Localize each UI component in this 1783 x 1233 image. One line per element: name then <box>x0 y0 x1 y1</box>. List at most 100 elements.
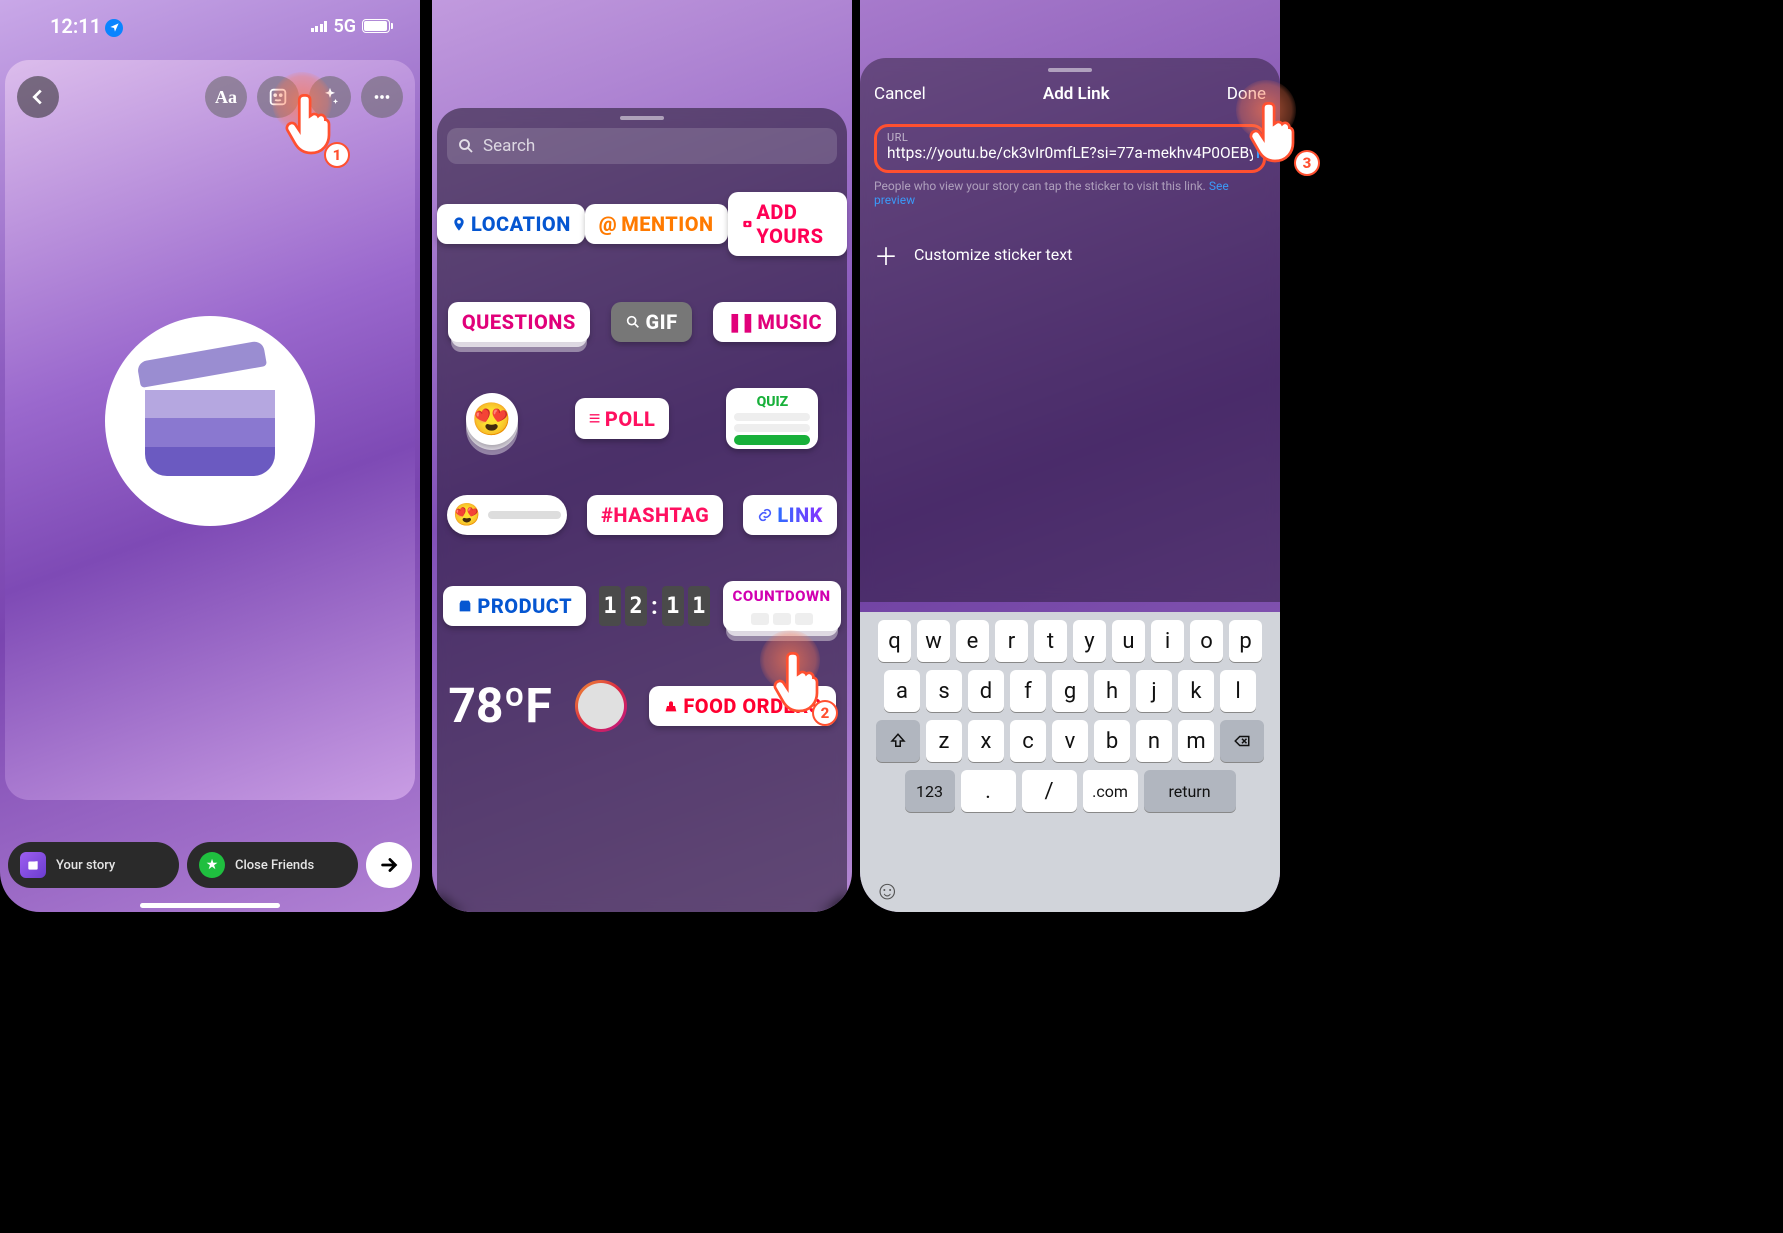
back-button[interactable] <box>17 76 59 118</box>
hashtag-sticker[interactable]: #HASHTAG <box>587 495 723 535</box>
key-p[interactable]: p <box>1229 620 1262 662</box>
questions-sticker[interactable]: QUESTIONS <box>448 302 590 342</box>
media-placeholder-icon <box>105 316 315 526</box>
key-shift[interactable] <box>876 720 920 762</box>
key-q[interactable]: q <box>878 620 911 662</box>
home-indicator[interactable] <box>140 903 280 908</box>
story-canvas[interactable]: Aa <box>5 60 415 800</box>
keyboard-row-1: q w e r t y u i o p <box>860 612 1280 662</box>
key-backspace[interactable] <box>1220 720 1264 762</box>
keyboard-emoji-switch[interactable]: ☺ <box>874 875 901 906</box>
customize-sticker-button[interactable]: ＋ Customize sticker text <box>874 237 1266 272</box>
key-w[interactable]: w <box>917 620 950 662</box>
your-story-label: Your story <box>56 858 115 873</box>
gif-sticker[interactable]: GIF <box>611 302 691 342</box>
story-top-toolbar: Aa <box>17 72 403 122</box>
url-help-text: People who view your story can tap the s… <box>874 179 1266 207</box>
add-link-header: Cancel Add Link Done <box>874 84 1266 104</box>
product-sticker[interactable]: PRODUCT <box>443 586 586 626</box>
key-e[interactable]: e <box>956 620 989 662</box>
key-dot[interactable]: . <box>961 770 1016 812</box>
music-sticker[interactable]: ❚❚MUSIC <box>713 302 836 342</box>
key-x[interactable]: x <box>968 720 1004 762</box>
done-button[interactable]: Done <box>1227 84 1266 104</box>
keyboard-row-3: z x c v b n m <box>860 712 1280 762</box>
key-d[interactable]: d <box>968 670 1004 712</box>
keyboard-row-2: a s d f g h j k l <box>860 662 1280 712</box>
sticker-search-input[interactable]: Search <box>447 128 837 164</box>
story-share-bar: Your story ★ Close Friends <box>8 836 412 894</box>
url-field-label: URL <box>887 131 1253 144</box>
url-field-value: https://youtu.be/ck3vIr0mfLE?si=77a-mekh… <box>887 144 1253 162</box>
emoji-reaction-sticker[interactable]: 😍 <box>466 393 518 445</box>
food-orders-sticker[interactable]: FOOD ORDERS <box>649 686 835 726</box>
key-n[interactable]: n <box>1136 720 1172 762</box>
key-m[interactable]: m <box>1178 720 1214 762</box>
cancel-button[interactable]: Cancel <box>874 84 926 104</box>
keyboard-row-4: 123 . / .com return <box>860 762 1280 820</box>
key-return[interactable]: return <box>1144 770 1236 812</box>
send-to-button[interactable] <box>366 842 412 888</box>
sticker-grid: LOCATION @MENTION ADD YOURS QUESTIONS GI… <box>437 192 847 734</box>
plus-icon: ＋ <box>874 237 898 272</box>
cellular-signal-icon <box>311 20 328 32</box>
customize-sticker-label: Customize sticker text <box>914 245 1072 264</box>
text-tool-button[interactable]: Aa <box>205 76 247 118</box>
key-a[interactable]: a <box>884 670 920 712</box>
key-g[interactable]: g <box>1052 670 1088 712</box>
sticker-tool-button[interactable] <box>257 76 299 118</box>
key-r[interactable]: r <box>995 620 1028 662</box>
sticker-picker-panel[interactable]: Search LOCATION @MENTION ADD YOURS QUEST… <box>437 108 847 912</box>
key-j[interactable]: j <box>1136 670 1172 712</box>
effects-tool-button[interactable] <box>309 76 351 118</box>
status-bar: 12:11 5G <box>0 0 420 52</box>
key-u[interactable]: u <box>1112 620 1145 662</box>
link-sticker[interactable]: LINK <box>743 495 837 535</box>
panel-drag-handle[interactable] <box>1048 68 1092 72</box>
close-friends-label: Close Friends <box>235 858 314 873</box>
key-c[interactable]: c <box>1010 720 1046 762</box>
close-friends-icon: ★ <box>199 852 225 878</box>
key-o[interactable]: o <box>1190 620 1223 662</box>
your-story-icon <box>20 852 46 878</box>
key-numbers[interactable]: 123 <box>905 770 955 812</box>
phone-screen-3: Cancel Add Link Done URL https://youtu.b… <box>860 0 1280 912</box>
phone-screen-1: 12:11 5G Aa <box>0 0 420 912</box>
key-slash[interactable]: / <box>1022 770 1077 812</box>
quiz-sticker[interactable]: QUIZ <box>726 388 818 449</box>
key-h[interactable]: h <box>1094 670 1130 712</box>
panel-drag-handle[interactable] <box>620 116 664 120</box>
key-l[interactable]: l <box>1220 670 1256 712</box>
poll-sticker[interactable]: ≡POLL <box>575 398 670 439</box>
key-k[interactable]: k <box>1178 670 1214 712</box>
phone-screen-2: Search LOCATION @MENTION ADD YOURS QUEST… <box>432 0 852 912</box>
location-sticker[interactable]: LOCATION <box>437 204 585 244</box>
your-story-button[interactable]: Your story <box>8 842 179 888</box>
url-input[interactable]: URL https://youtu.be/ck3vIr0mfLE?si=77a-… <box>874 124 1266 173</box>
status-right: 5G <box>311 16 390 37</box>
network-type: 5G <box>333 16 356 37</box>
search-icon <box>457 137 475 155</box>
key-b[interactable]: b <box>1094 720 1130 762</box>
add-link-panel[interactable]: Cancel Add Link Done URL https://youtu.b… <box>860 58 1280 602</box>
more-options-button[interactable] <box>361 76 403 118</box>
weather-sticker[interactable]: 78ºF <box>448 677 551 734</box>
add-yours-sticker[interactable]: ADD YOURS <box>728 192 847 256</box>
status-time: 12:11 <box>50 14 123 38</box>
avatar-sticker[interactable] <box>575 680 627 732</box>
emoji-slider-sticker[interactable]: 😍 <box>447 495 567 535</box>
key-y[interactable]: y <box>1073 620 1106 662</box>
key-s[interactable]: s <box>926 670 962 712</box>
location-services-icon <box>105 19 123 37</box>
ios-keyboard[interactable]: q w e r t y u i o p a s d f g h j k l z … <box>860 612 1280 912</box>
mention-sticker[interactable]: @MENTION <box>585 204 728 244</box>
close-friends-button[interactable]: ★ Close Friends <box>187 842 358 888</box>
key-i[interactable]: i <box>1151 620 1184 662</box>
key-v[interactable]: v <box>1052 720 1088 762</box>
key-dotcom[interactable]: .com <box>1083 770 1138 812</box>
key-t[interactable]: t <box>1034 620 1067 662</box>
key-z[interactable]: z <box>926 720 962 762</box>
countdown-sticker[interactable]: COUNTDOWN <box>723 581 841 631</box>
time-sticker[interactable]: 12 : 11 <box>599 586 710 626</box>
key-f[interactable]: f <box>1010 670 1046 712</box>
